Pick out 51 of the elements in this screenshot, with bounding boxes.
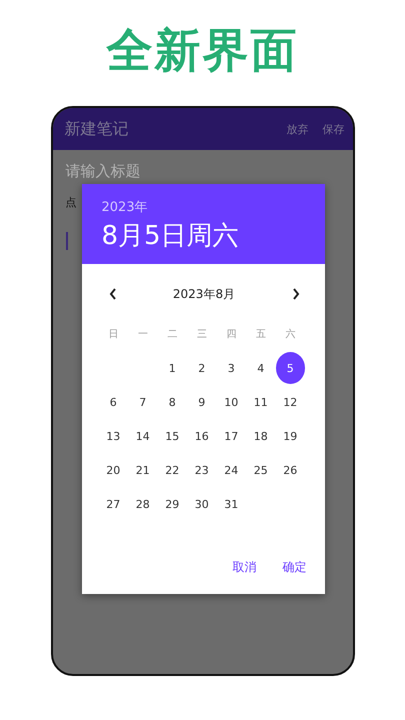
- weekday-label: 四: [225, 328, 238, 342]
- weekday-label: 五: [254, 328, 267, 342]
- calendar-day[interactable]: 20: [98, 454, 128, 486]
- selected-date: 8月5日周六: [102, 220, 240, 253]
- calendar-day[interactable]: 22: [158, 454, 187, 486]
- calendar-day[interactable]: 25: [246, 454, 276, 486]
- previous-month-icon[interactable]: [108, 287, 118, 301]
- selected-year[interactable]: 2023年: [102, 198, 304, 216]
- weekday-label: 一: [136, 328, 149, 342]
- weekday-label: 日: [107, 328, 120, 342]
- app-bar-action[interactable]: 保存: [318, 118, 348, 140]
- calendar-day[interactable]: 12: [276, 386, 305, 418]
- hint-text: 点: [66, 195, 76, 210]
- calendar-day[interactable]: 7: [128, 386, 158, 418]
- app-bar-action[interactable]: 放弃: [282, 118, 312, 140]
- text-cursor: [66, 232, 68, 250]
- weekday-label: 二: [166, 328, 178, 342]
- calendar-day[interactable]: 2: [187, 352, 216, 384]
- calendar-day[interactable]: 11: [246, 386, 276, 418]
- calendar-day[interactable]: 27: [98, 488, 128, 520]
- calendar-day[interactable]: 17: [216, 420, 246, 452]
- app-title: 新建笔记: [64, 118, 128, 140]
- calendar-day[interactable]: 18: [246, 420, 276, 452]
- calendar-day[interactable]: 24: [216, 454, 246, 486]
- weekday-label: 六: [284, 328, 296, 342]
- calendar-day[interactable]: 8: [158, 386, 187, 418]
- calendar-day[interactable]: 29: [158, 488, 187, 520]
- calendar-day[interactable]: 10: [216, 386, 246, 418]
- calendar-day[interactable]: 31: [216, 488, 246, 520]
- calendar-day[interactable]: 21: [128, 454, 158, 486]
- calendar-day[interactable]: 19: [276, 420, 305, 452]
- month-label: 2023年8月: [172, 286, 236, 302]
- calendar-day[interactable]: 26: [276, 454, 305, 486]
- calendar-day[interactable]: 13: [98, 420, 128, 452]
- calendar-day[interactable]: 5: [276, 352, 305, 384]
- calendar-day[interactable]: 4: [246, 352, 276, 384]
- dialog-button[interactable]: 取消: [226, 553, 262, 582]
- headline: 全新界面: [106, 22, 298, 78]
- calendar-day[interactable]: 28: [128, 488, 158, 520]
- next-month-icon[interactable]: [290, 287, 300, 301]
- calendar-day[interactable]: 15: [158, 420, 187, 452]
- dialog-button[interactable]: 确定: [276, 553, 312, 582]
- calendar-day[interactable]: 9: [187, 386, 216, 418]
- calendar-day[interactable]: 30: [187, 488, 216, 520]
- calendar-day[interactable]: 14: [128, 420, 158, 452]
- calendar-day[interactable]: 1: [158, 352, 187, 384]
- calendar-day[interactable]: 16: [187, 420, 216, 452]
- calendar-day[interactable]: 3: [216, 352, 246, 384]
- calendar-day[interactable]: 6: [98, 386, 128, 418]
- weekday-label: 三: [196, 328, 208, 342]
- calendar-day[interactable]: 23: [187, 454, 216, 486]
